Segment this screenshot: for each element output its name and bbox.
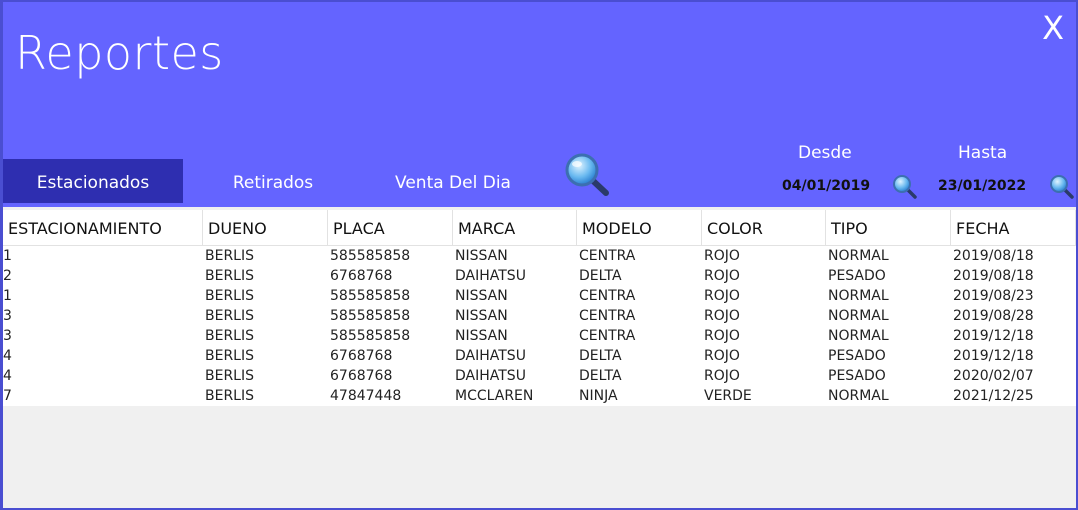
- table-row[interactable]: 1 BERLIS 585585858 NISSAN CENTRA ROJO NORMAL 20…: [3, 246, 1076, 266]
- table-cell: 585585858: [330, 328, 411, 344]
- table-cell: NORMAL: [828, 328, 889, 344]
- desde-search-icon[interactable]: [892, 174, 918, 200]
- table-cell: BERLIS: [205, 288, 254, 304]
- column-header-dueno[interactable]: DUENO: [203, 210, 328, 246]
- table-cell: NORMAL: [828, 248, 889, 264]
- table-cell: PESADO: [828, 368, 886, 384]
- table-cell: 4: [3, 348, 12, 364]
- hasta-date-field[interactable]: 23/01/2022: [938, 178, 1026, 194]
- table-cell: 2019/08/28: [953, 308, 1034, 324]
- table-cell: BERLIS: [205, 328, 254, 344]
- table-cell: 3: [3, 328, 12, 344]
- hasta-search-icon[interactable]: [1049, 174, 1075, 200]
- table-cell: BERLIS: [205, 268, 254, 284]
- table-cell: NISSAN: [455, 308, 508, 324]
- table-cell: CENTRA: [579, 288, 636, 304]
- table-cell: DELTA: [579, 368, 622, 384]
- table-cell: CENTRA: [579, 308, 636, 324]
- column-header-fecha[interactable]: FECHA: [951, 210, 1076, 246]
- table-cell: 7: [3, 388, 12, 404]
- table-cell: CENTRA: [579, 248, 636, 264]
- table-cell: DELTA: [579, 268, 622, 284]
- table-row[interactable]: 7 BERLIS 47847448 MCCLAREN NINJA VERDE NORMAL 2…: [3, 386, 1076, 406]
- table-cell: MCCLAREN: [455, 388, 534, 404]
- table-row[interactable]: 2 BERLIS 6768768 DAIHATSU DELTA ROJO PESADO 201…: [3, 266, 1076, 286]
- table-row[interactable]: 3 BERLIS 585585858 NISSAN CENTRA ROJO NORMAL 20…: [3, 326, 1076, 346]
- table-cell: 2019/08/18: [953, 248, 1034, 264]
- table-cell: 47847448: [330, 388, 402, 404]
- table-cell: NORMAL: [828, 388, 889, 404]
- table-cell: 2019/08/23: [953, 288, 1034, 304]
- table-cell: ROJO: [704, 288, 740, 304]
- table-cell: 2019/12/18: [953, 348, 1034, 364]
- table-row[interactable]: 1 BERLIS 585585858 NISSAN CENTRA ROJO NORMAL 20…: [3, 286, 1076, 306]
- table-body: 1 BERLIS 585585858 NISSAN CENTRA ROJO NORMAL 20…: [3, 246, 1076, 406]
- column-header-marca[interactable]: MARCA: [453, 210, 577, 246]
- table-cell: ROJO: [704, 348, 740, 364]
- column-header-estacionamiento[interactable]: ESTACIONAMIENTO: [3, 210, 203, 246]
- table-cell: 2019/12/18: [953, 328, 1034, 344]
- column-header-modelo[interactable]: MODELO: [577, 210, 702, 246]
- table-cell: 6768768: [330, 348, 393, 364]
- table-cell: ROJO: [704, 308, 740, 324]
- hasta-label: Hasta: [958, 143, 1008, 163]
- table-cell: ROJO: [704, 248, 740, 264]
- reportes-table: ESTACIONAMIENTO DUENO PLACA MARCA MODELO…: [3, 210, 1076, 508]
- table-cell: NINJA: [579, 388, 618, 404]
- table-cell: NISSAN: [455, 288, 508, 304]
- column-header-placa[interactable]: PLACA: [328, 210, 453, 246]
- table-cell: 585585858: [330, 248, 411, 264]
- table-cell: ROJO: [704, 328, 740, 344]
- table-cell: NISSAN: [455, 248, 508, 264]
- table-cell: 1: [3, 288, 12, 304]
- close-button[interactable]: X: [1042, 8, 1064, 48]
- table-cell: DELTA: [579, 348, 622, 364]
- table-cell: BERLIS: [205, 348, 254, 364]
- header-bar: Reportes X Estacionados Retirados Venta …: [3, 2, 1076, 207]
- reportes-window: Reportes X Estacionados Retirados Venta …: [0, 0, 1078, 510]
- table-cell: 6768768: [330, 368, 393, 384]
- table-cell: 585585858: [330, 288, 411, 304]
- table-cell: 3: [3, 308, 12, 324]
- table-cell: 585585858: [330, 308, 411, 324]
- desde-label: Desde: [798, 143, 852, 163]
- tab-retirados[interactable]: Retirados: [183, 159, 363, 203]
- table-cell: 2019/08/18: [953, 268, 1034, 284]
- table-cell: BERLIS: [205, 308, 254, 324]
- table-cell: 2020/02/07: [953, 368, 1034, 384]
- search-icon[interactable]: [563, 152, 611, 198]
- table-cell: ROJO: [704, 268, 740, 284]
- table-cell: DAIHATSU: [455, 368, 526, 384]
- table-cell: PESADO: [828, 348, 886, 364]
- table-row[interactable]: 4 BERLIS 6768768 DAIHATSU DELTA ROJO PESADO 202…: [3, 366, 1076, 386]
- table-cell: DAIHATSU: [455, 348, 526, 364]
- table-header: ESTACIONAMIENTO DUENO PLACA MARCA MODELO…: [3, 210, 1076, 246]
- table-cell: VERDE: [704, 388, 752, 404]
- table-cell: NISSAN: [455, 328, 508, 344]
- table-cell: NORMAL: [828, 308, 889, 324]
- table-cell: 2: [3, 268, 12, 284]
- tab-venta-del-dia[interactable]: Venta Del Dia: [363, 159, 543, 203]
- table-cell: 1: [3, 248, 12, 264]
- table-cell: PESADO: [828, 268, 886, 284]
- table-cell: DAIHATSU: [455, 268, 526, 284]
- table-cell: ROJO: [704, 368, 740, 384]
- table-cell: BERLIS: [205, 368, 254, 384]
- table-cell: CENTRA: [579, 328, 636, 344]
- table-cell: 2021/12/25: [953, 388, 1034, 404]
- table-cell: NORMAL: [828, 288, 889, 304]
- table-cell: 4: [3, 368, 12, 384]
- table-row[interactable]: 3 BERLIS 585585858 NISSAN CENTRA ROJO NORMAL 20…: [3, 306, 1076, 326]
- page-title: Reportes: [15, 26, 224, 80]
- table-cell: BERLIS: [205, 388, 254, 404]
- table-cell: 6768768: [330, 268, 393, 284]
- table-cell: BERLIS: [205, 248, 254, 264]
- table-row[interactable]: 4 BERLIS 6768768 DAIHATSU DELTA ROJO PESADO 201…: [3, 346, 1076, 366]
- tab-estacionados[interactable]: Estacionados: [3, 159, 183, 203]
- column-header-tipo[interactable]: TIPO: [826, 210, 951, 246]
- desde-date-field[interactable]: 04/01/2019: [782, 178, 870, 194]
- column-header-color[interactable]: COLOR: [702, 210, 826, 246]
